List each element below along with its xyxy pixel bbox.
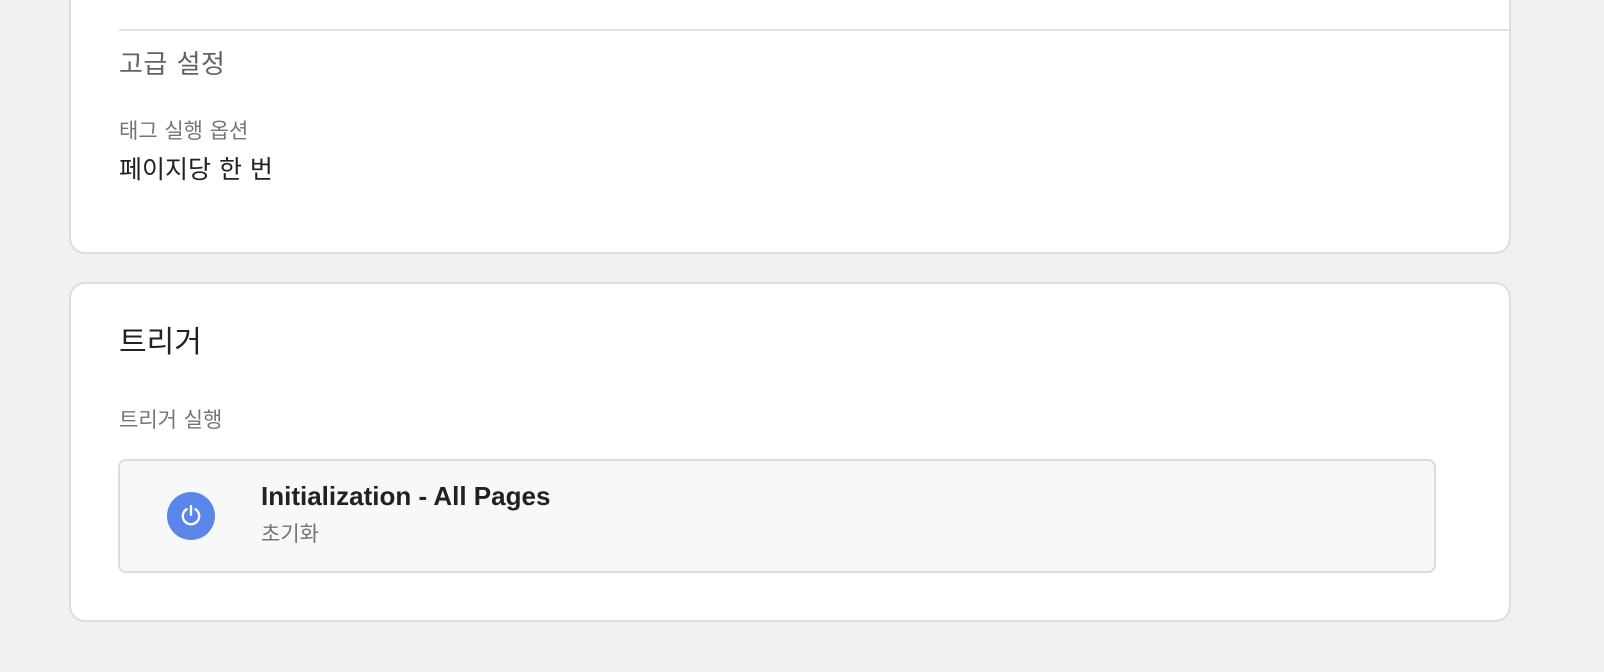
triggers-heading: 트리거 (119, 325, 202, 360)
triggers-card: 트리거 트리거 실행 Initialization - All Pages 초기… (69, 282, 1511, 622)
section-divider (119, 29, 1509, 31)
power-icon-glyph (181, 504, 201, 526)
trigger-item[interactable]: Initialization - All Pages 초기화 (118, 459, 1436, 573)
advanced-settings-heading: 고급 설정 (119, 50, 226, 80)
power-icon (167, 492, 215, 540)
advanced-settings-card: 고급 설정 태그 실행 옵션 페이지당 한 번 (69, 0, 1511, 254)
trigger-name: Initialization - All Pages (261, 481, 551, 511)
trigger-type: 초기화 (261, 522, 319, 546)
firing-triggers-label: 트리거 실행 (119, 408, 223, 432)
tag-firing-option-label: 태그 실행 옵션 (119, 119, 249, 143)
tag-firing-option-value: 페이지당 한 번 (119, 155, 273, 184)
